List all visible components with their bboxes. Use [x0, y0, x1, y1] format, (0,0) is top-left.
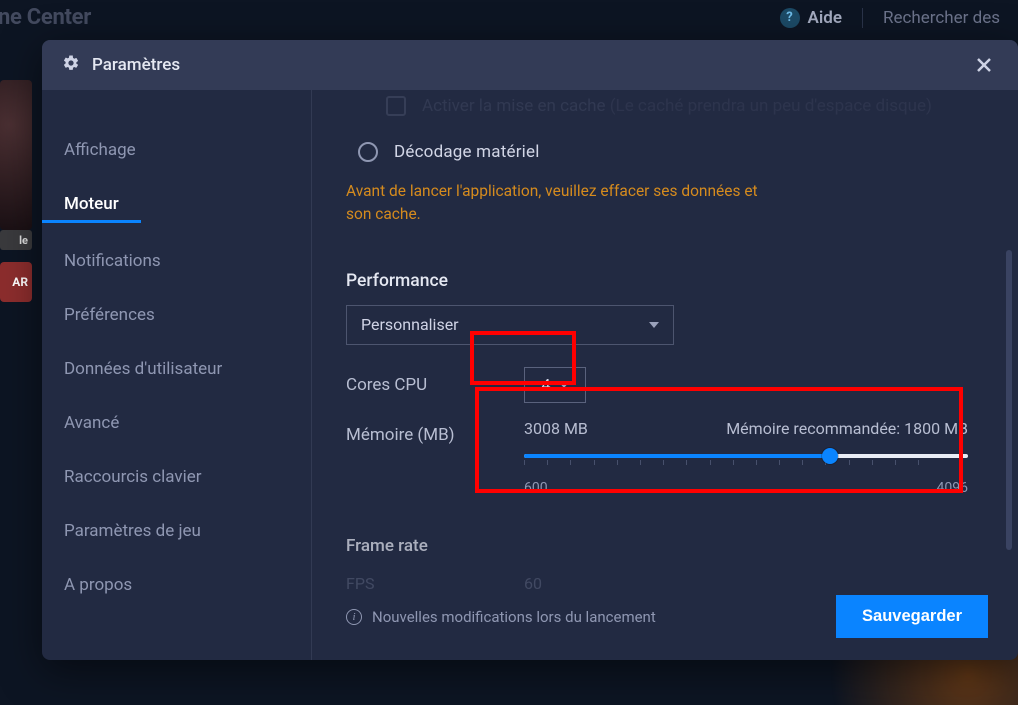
cores-value: 4 [542, 375, 551, 394]
bg-tile-tag: le [0, 230, 32, 250]
help-icon: ? [780, 8, 800, 28]
scrollbar[interactable] [1006, 250, 1012, 550]
close-icon [976, 57, 992, 73]
sidebar-item-avance[interactable]: Avancé [42, 413, 141, 433]
slider-fill [524, 454, 830, 458]
memory-label: Mémoire (MB) [346, 417, 524, 445]
hw-decode-radio[interactable] [358, 142, 378, 162]
sidebar-item-preferences[interactable]: Préférences [42, 305, 177, 325]
cache-checkbox[interactable] [386, 96, 406, 116]
memory-max: 4096 [937, 480, 968, 496]
modal-titlebar: Paramètres [42, 40, 1018, 90]
info-icon: i [346, 609, 362, 625]
hw-decode-label: Décodage matériel [394, 142, 540, 162]
close-button[interactable] [970, 51, 998, 79]
settings-content: Activer la mise en cache (Le caché prend… [312, 90, 1018, 660]
sidebar-item-parametres-jeu[interactable]: Paramètres de jeu [42, 521, 223, 541]
cache-label: Activer la mise en cache [422, 96, 606, 116]
chevron-down-icon [559, 382, 569, 388]
settings-sidebar: Affichage Moteur Notifications Préférenc… [42, 90, 312, 660]
search-placeholder-fragment[interactable]: Rechercher des [883, 8, 1000, 28]
cores-label: Cores CPU [346, 367, 524, 395]
sidebar-item-donnees-utilisateur[interactable]: Données d'utilisateur [42, 359, 244, 379]
gear-icon [62, 54, 80, 76]
memory-min: 600 [524, 480, 548, 496]
memory-slider[interactable] [524, 454, 968, 458]
sidebar-item-notifications[interactable]: Notifications [42, 251, 183, 271]
settings-modal: Paramètres Affichage Moteur Notification… [42, 40, 1018, 660]
sidebar-item-a-propos[interactable]: A propos [42, 575, 154, 595]
bg-tile [0, 80, 32, 230]
sidebar-item-moteur[interactable]: Moteur [42, 194, 141, 223]
warning-text: Avant de lancer l'application, veuillez … [346, 180, 786, 227]
frame-rate-title: Frame rate [346, 536, 988, 556]
memory-value: 3008 MB [524, 419, 588, 438]
help-label: Aide [808, 8, 842, 28]
chevron-down-icon [649, 322, 659, 328]
header-divider [862, 8, 863, 28]
footer-info-text: Nouvelles modifications lors du lancemen… [372, 608, 656, 626]
sidebar-item-raccourcis-clavier[interactable]: Raccourcis clavier [42, 467, 224, 487]
cache-hint: (Le caché prendra un peu d'espace disque… [610, 96, 932, 116]
performance-title: Performance [346, 271, 988, 291]
save-button[interactable]: Sauvegarder [836, 595, 988, 638]
modal-title: Paramètres [92, 55, 180, 75]
app-title-fragment: ne Center [0, 5, 91, 30]
slider-thumb[interactable] [822, 448, 838, 464]
sidebar-item-affichage[interactable]: Affichage [42, 140, 158, 160]
bg-tile-red: AR [0, 262, 32, 302]
slider-ticks [524, 460, 968, 465]
help-link[interactable]: ? Aide [780, 8, 842, 28]
memory-recommended: Mémoire recommandée: 1800 MB [726, 419, 968, 438]
cores-select[interactable]: 4 [524, 367, 586, 403]
performance-select-value: Personnaliser [361, 315, 459, 334]
performance-select[interactable]: Personnaliser [346, 305, 674, 345]
